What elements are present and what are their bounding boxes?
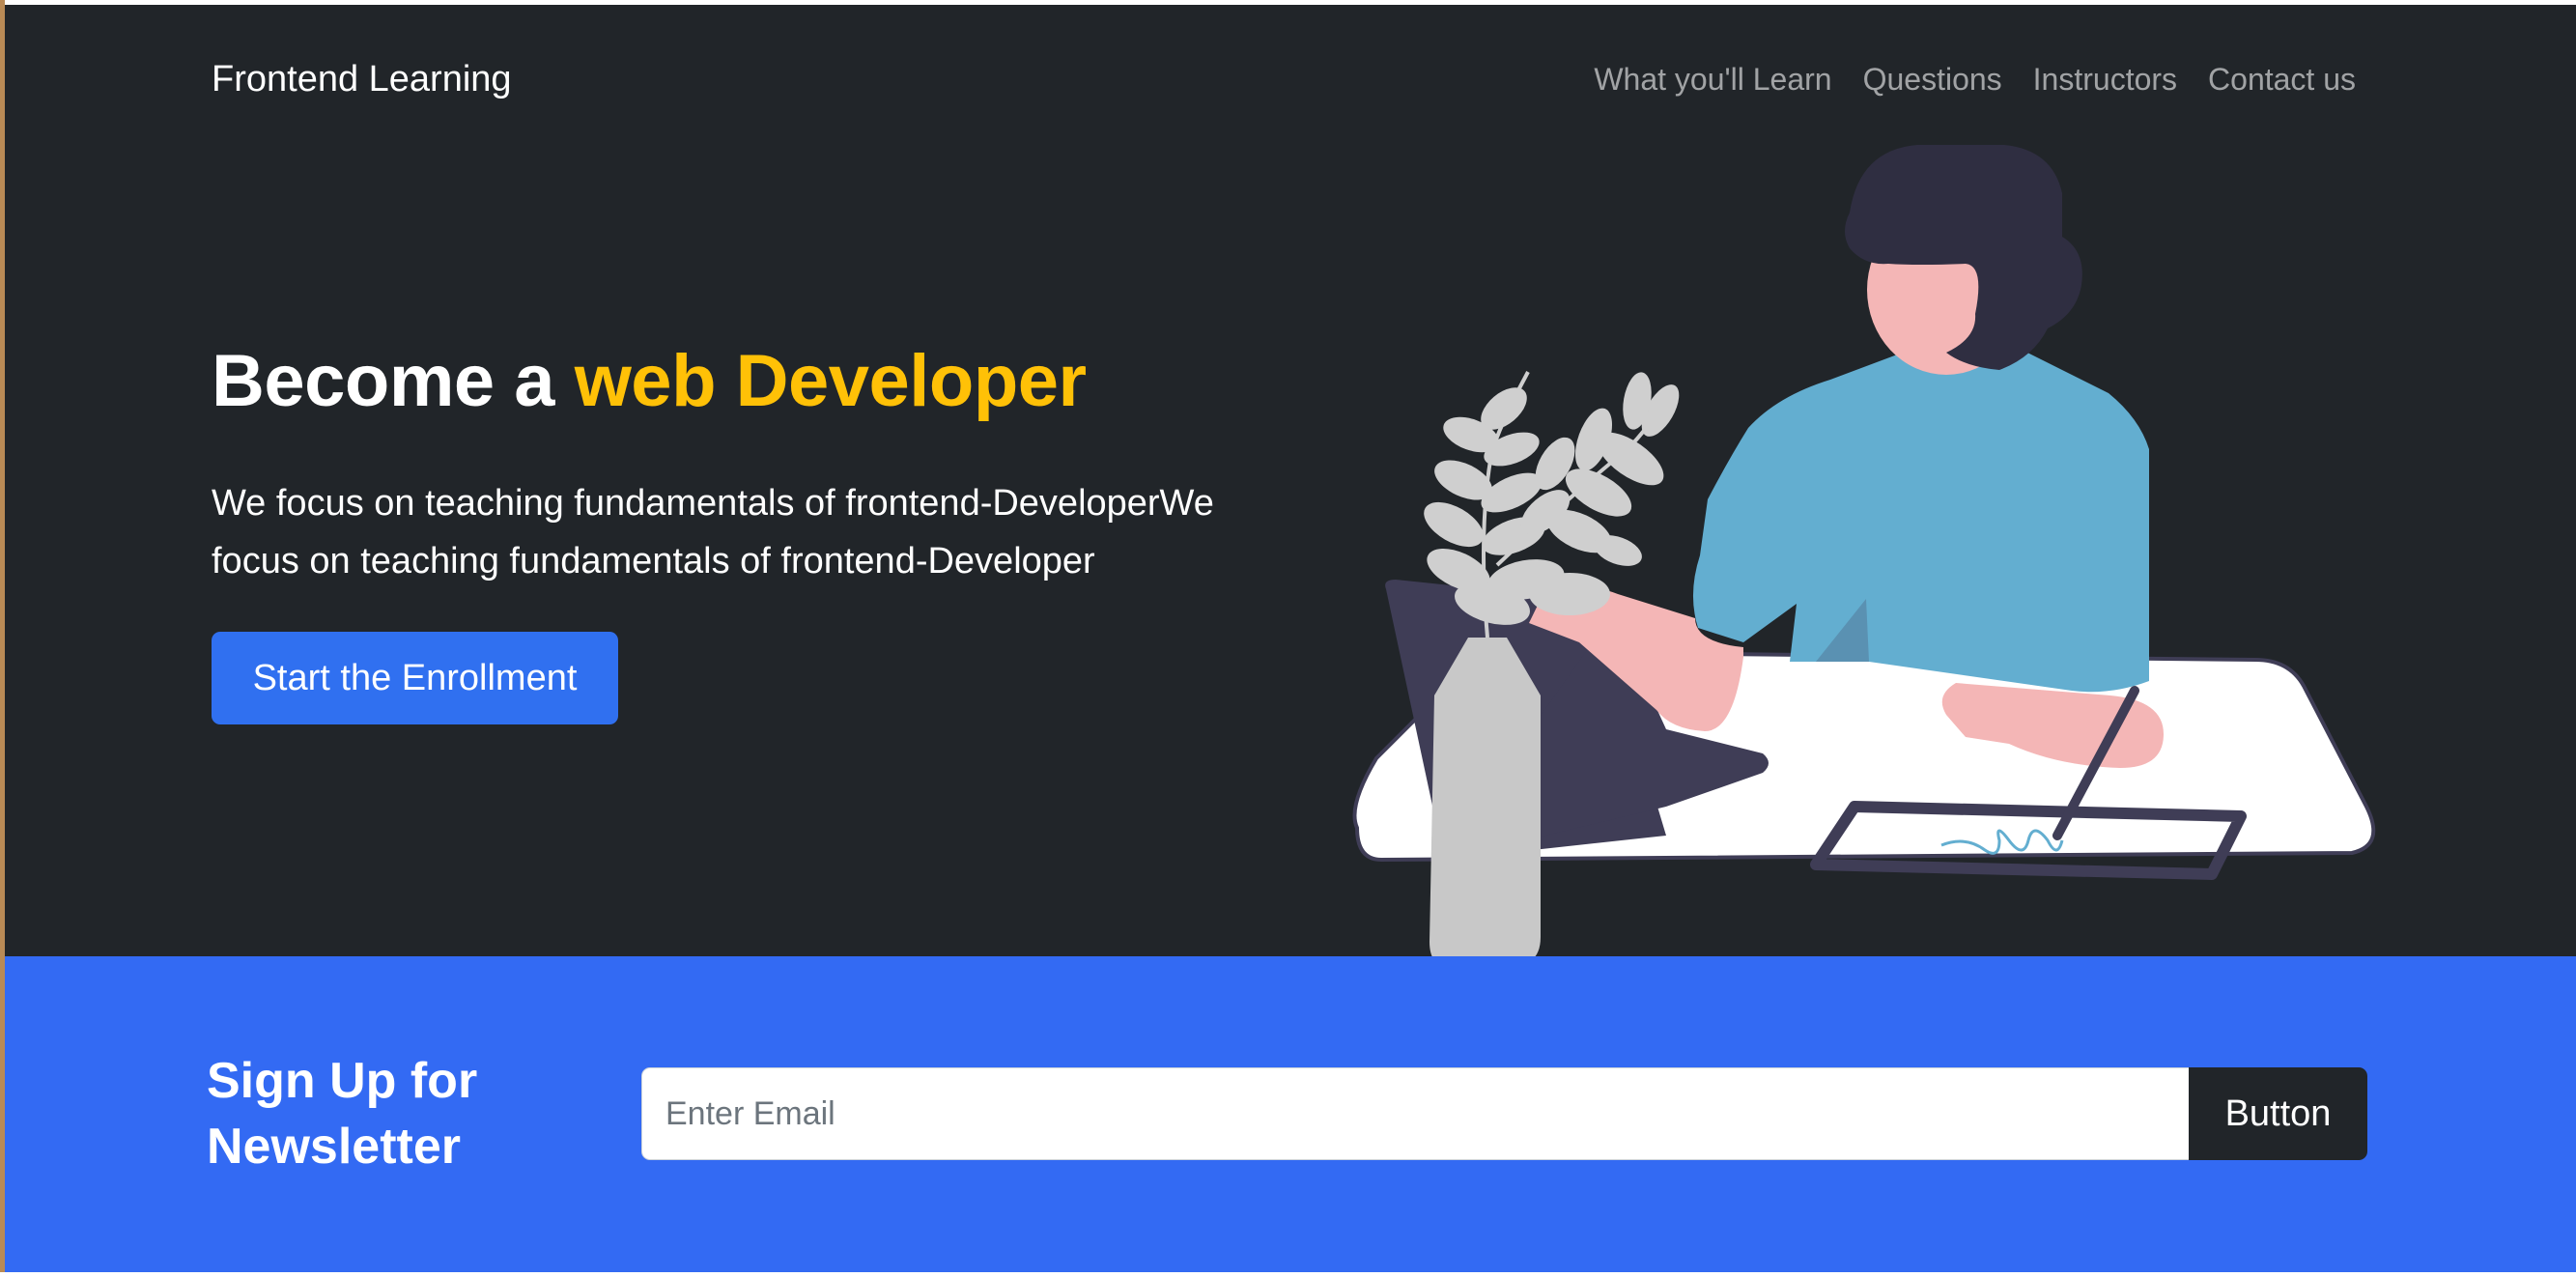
hero-section: Frontend Learning What you'll Learn Ques… bbox=[5, 5, 2576, 961]
newsletter-title: Sign Up for Newsletter bbox=[207, 1053, 478, 1175]
nav-link-instructors[interactable]: Instructors bbox=[2033, 55, 2177, 103]
browser-viewport: Frontend Learning What you'll Learn Ques… bbox=[0, 0, 2576, 1277]
vase-body bbox=[1434, 638, 1541, 961]
headline-accent: web Developer bbox=[574, 340, 1087, 422]
hero-headline: Become a web Developer bbox=[212, 333, 1087, 430]
plant-leaves bbox=[1424, 372, 1680, 625]
developer-illustration bbox=[1352, 145, 2376, 961]
headline-prefix: Become a bbox=[212, 340, 575, 422]
nav-link-contact-us[interactable]: Contact us bbox=[2208, 55, 2356, 103]
person-shirt bbox=[1692, 350, 2149, 693]
navbar-links: What you'll Learn Questions Instructors … bbox=[1594, 55, 2356, 103]
start-enrollment-button[interactable]: Start the Enrollment bbox=[212, 632, 618, 724]
hero-lead-text: We focus on teaching fundamentals of fro… bbox=[212, 483, 1214, 582]
nav-link-what-youll-learn[interactable]: What you'll Learn bbox=[1594, 55, 1831, 103]
newsletter-section: Sign Up for Newsletter Button bbox=[5, 956, 2576, 1272]
newsletter-submit-button[interactable]: Button bbox=[2189, 1067, 2367, 1160]
navbar-brand[interactable]: Frontend Learning bbox=[212, 55, 512, 103]
page-bottom-edge bbox=[0, 1272, 2576, 1277]
newsletter-email-input[interactable] bbox=[641, 1067, 2191, 1160]
nav-link-questions[interactable]: Questions bbox=[1863, 55, 2002, 103]
